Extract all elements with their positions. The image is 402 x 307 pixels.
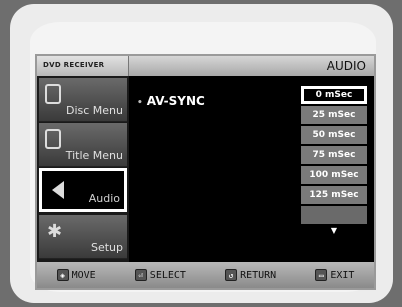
osd-menu: DVD RECEIVER AUDIO Disc Menu Title Menu … [35,54,376,290]
osd-header: DVD RECEIVER AUDIO [37,56,374,76]
hint-select-label: SELECT [149,269,186,281]
sidebar-item-disc-menu[interactable]: Disc Menu [39,78,127,122]
option-125-msec[interactable]: 125 mSec [301,186,367,204]
osd-brand-panel: DVD RECEIVER [37,56,129,76]
brand-label: DVD RECEIVER [43,61,105,69]
option-50-msec[interactable]: 50 mSec [301,126,367,144]
hint-move: ◈ MOVE [56,269,96,281]
setting-label: AV-SYNC [146,94,205,108]
sidebar-item-title-menu[interactable]: Title Menu [39,123,127,167]
scroll-down-icon[interactable]: ▼ [301,226,367,236]
sidebar-item-label: Setup [90,241,123,254]
av-sync-options: 0 mSec 25 mSec 50 mSec 75 mSec 100 mSec … [301,86,367,236]
option-25-msec[interactable]: 25 mSec [301,106,367,124]
sidebar-item-label: Audio [88,192,120,205]
option-0-msec[interactable]: 0 mSec [301,86,367,104]
exit-icon: ▭ [315,269,328,281]
osd-footer: ◈ MOVE ⏎ SELECT ↺ RETURN ▭ EXIT [37,262,374,288]
section-title: AUDIO [326,59,366,73]
hint-return: ↺ RETURN [225,269,276,281]
speaker-icon [52,181,64,199]
title-menu-icon [45,129,61,149]
option-more[interactable] [301,206,367,224]
hint-move-label: MOVE [71,269,96,281]
option-75-msec[interactable]: 75 mSec [301,146,367,164]
hint-exit: ▭ EXIT [315,269,354,281]
av-sync-label: • AV-SYNC [137,94,205,108]
osd-sidebar: Disc Menu Title Menu Audio ✱ Setup [37,76,129,262]
sidebar-item-label: Disc Menu [65,104,123,117]
return-icon: ↺ [225,269,238,281]
gear-icon: ✱ [47,221,63,242]
enter-icon: ⏎ [134,269,147,281]
sidebar-item-label: Title Menu [65,149,123,162]
hint-select: ⏎ SELECT [134,269,186,281]
hint-exit-label: EXIT [330,269,355,281]
bullet-icon: • [137,98,143,108]
sidebar-item-setup[interactable]: ✱ Setup [39,215,127,259]
disc-menu-icon [45,84,61,104]
hint-return-label: RETURN [240,269,277,281]
dpad-icon: ◈ [56,269,69,281]
sidebar-item-audio[interactable]: Audio [39,168,127,212]
osd-content: • AV-SYNC 0 mSec 25 mSec 50 mSec 75 mSec … [129,76,374,262]
option-100-msec[interactable]: 100 mSec [301,166,367,184]
